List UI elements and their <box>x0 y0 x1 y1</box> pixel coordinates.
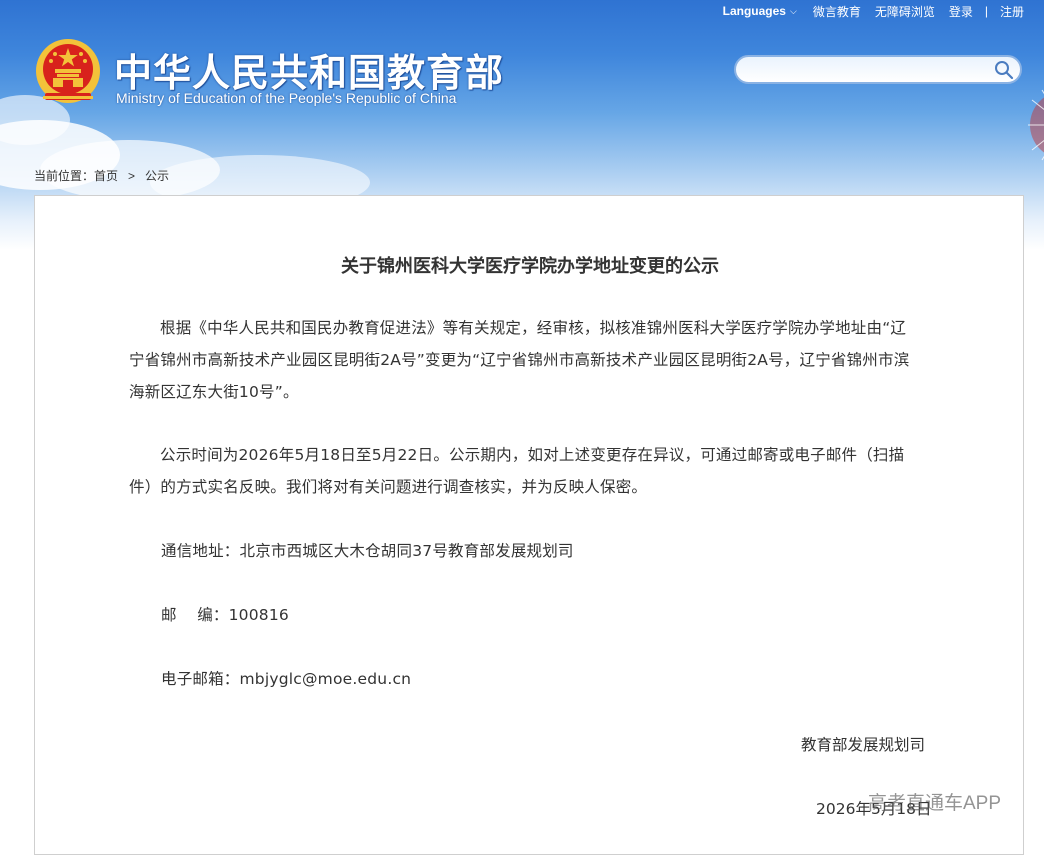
article-paragraph: 公示时间为2026年5月18日至5月22日。公示期内，如对上述变更存在异议，可通… <box>129 446 905 496</box>
site-title-english[interactable]: Ministry of Education of the People's Re… <box>116 90 456 106</box>
article-paragraph: 根据《中华人民共和国民办教育促进法》等有关规定，经审核，拟核准锦州医科大学医疗学… <box>129 319 910 401</box>
signature: 教育部发展规划司 <box>801 736 926 754</box>
chevron-right-icon: > <box>128 169 136 183</box>
breadcrumb-home-link[interactable]: 首页 <box>94 169 118 183</box>
search-icon[interactable] <box>994 60 1014 80</box>
breadcrumb-prefix: 当前位置： <box>34 169 95 183</box>
weiyan-link[interactable]: 微言教育 <box>813 3 861 20</box>
article-container: 关于锦州医科大学医疗学院办学地址变更的公示 根据《中华人民共和国民办教育促进法》… <box>34 195 1024 855</box>
mailing-address: 通信地址：北京市西城区大木仓胡同37号教育部发展规划司 <box>161 542 574 560</box>
languages-menu[interactable]: Languages <box>723 4 786 18</box>
article-title: 关于锦州医科大学医疗学院办学地址变更的公示 <box>341 256 719 277</box>
register-link[interactable]: 注册 <box>1000 3 1024 20</box>
national-emblem-icon <box>36 39 100 103</box>
top-navigation: Languages ⌵ 微言教育 无障碍浏览 登录 | 注册 <box>723 3 1024 19</box>
breadcrumb-current[interactable]: 公示 <box>145 169 169 183</box>
search-input[interactable] <box>748 60 992 81</box>
breadcrumb: 当前位置：首页 > 公示 <box>34 167 169 184</box>
divider: | <box>984 4 988 18</box>
postal-code: 邮 编：100816 <box>161 606 289 624</box>
site-title-chinese[interactable]: 中华人民共和国教育部 <box>114 42 504 97</box>
chevron-down-icon[interactable]: ⌵ <box>790 6 797 17</box>
search-box <box>734 55 1022 84</box>
accessibility-link[interactable]: 无障碍浏览 <box>875 3 935 20</box>
watermark: 高考直通车APP <box>868 793 1002 814</box>
email-address: 电子邮箱：mbjyglc@moe.edu.cn <box>161 670 412 688</box>
login-link[interactable]: 登录 <box>949 3 973 20</box>
dandelion-decoration <box>1028 89 1044 161</box>
